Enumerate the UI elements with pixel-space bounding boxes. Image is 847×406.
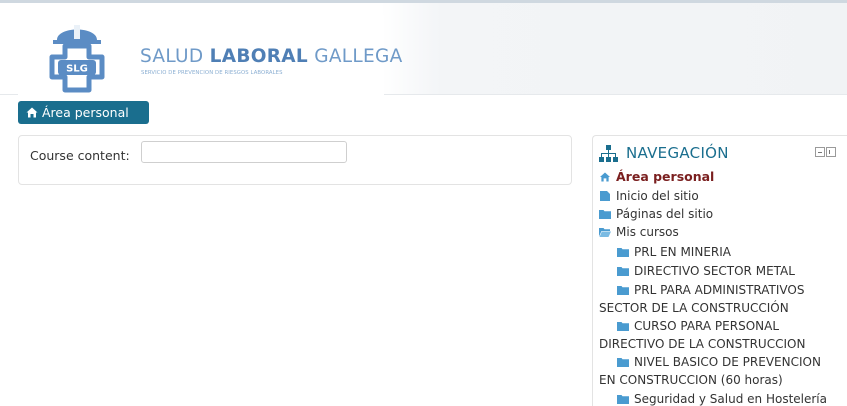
course-prl-mineria[interactable]: PRL EN MINERIA [617,244,731,260]
folder-icon [617,358,629,367]
nav-item-paginas-del-sitio[interactable]: Páginas del sitio [599,206,713,222]
course-nivel-basico[interactable]: NIVEL BASICO DE PREVENCION [617,354,821,370]
site-logo[interactable]: SLG SALUD LABORAL GALLEGA SERVICIO DE PR… [18,15,402,95]
nav-item-inicio-del-sitio[interactable]: Inicio del sitio [599,188,699,204]
course-directivo-sector-metal[interactable]: DIRECTIVO SECTOR METAL [617,263,795,279]
course-prl-administrativos-line2[interactable]: SECTOR DE LA CONSTRUCCIÓN [599,300,789,316]
svg-text:SLG: SLG [66,64,88,75]
home-breadcrumb-button[interactable]: Área personal [18,101,149,124]
minimize-block-icon[interactable] [815,147,825,157]
folder-open-icon [599,228,611,237]
dock-block-icon[interactable] [826,147,836,157]
course-seguridad-hosteleria[interactable]: Seguridad y Salud en Hostelería [617,391,827,406]
course-nivel-basico-line2[interactable]: EN CONSTRUCCION (60 horas) [599,372,783,388]
sitemap-icon [599,145,618,162]
page-icon [600,191,610,201]
folder-icon [617,248,629,257]
folder-icon [617,395,629,404]
folder-icon [617,267,629,276]
course-personal-directivo[interactable]: CURSO PARA PERSONAL [617,318,779,334]
logo-mark-icon: SLG [49,25,105,93]
folder-icon [599,210,611,219]
course-prl-administrativos[interactable]: PRL PARA ADMINISTRATIVOS [617,282,805,298]
site-header: SLG SALUD LABORAL GALLEGA SERVICIO DE PR… [0,3,847,95]
course-personal-directivo-line2[interactable]: DIRECTIVO DE LA CONSTRUCCION [599,336,805,352]
folder-icon [617,286,629,295]
home-icon [600,172,610,182]
nav-item-area-personal[interactable]: Área personal [599,169,714,185]
nav-item-mis-cursos[interactable]: Mis cursos [599,224,679,240]
course-content-label: Course content: [30,148,130,163]
navigation-title: NAVEGACIÓN [626,144,729,162]
course-content-input[interactable] [141,141,347,163]
navigation-block: NAVEGACIÓN Área personal Inicio del siti… [592,135,847,406]
home-icon [26,107,38,118]
course-content-panel: Course content: [18,135,572,185]
brand-subtitle: SERVICIO DE PREVENCION DE RIESGOS LABORA… [141,70,283,76]
folder-icon [617,322,629,331]
navigation-header: NAVEGACIÓN [599,144,839,166]
brand-name: SALUD LABORAL GALLEGA [140,46,403,67]
home-breadcrumb-label: Área personal [42,105,129,120]
